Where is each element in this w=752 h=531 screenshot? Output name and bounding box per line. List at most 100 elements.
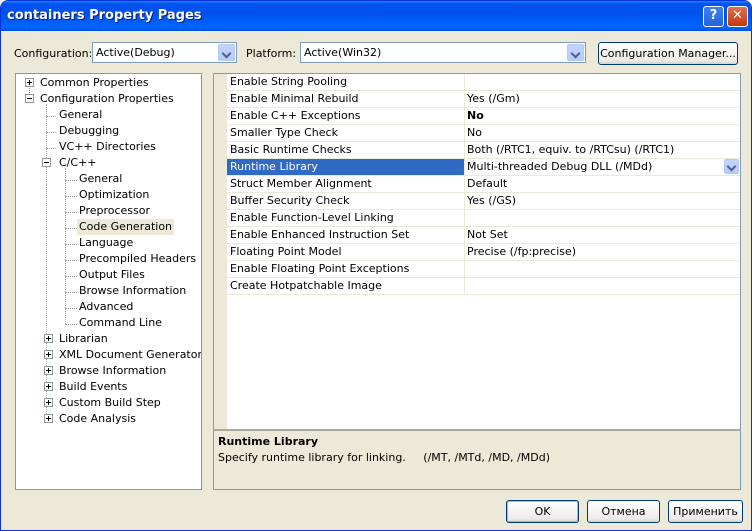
expand-plus-icon[interactable]	[44, 382, 53, 391]
property-row-selected[interactable]: Runtime Library Multi-threaded Debug DLL…	[227, 159, 740, 176]
property-name: Enable Minimal Rebuild	[227, 91, 465, 107]
property-value: Yes (/Gm)	[467, 92, 520, 105]
property-name: Struct Member Alignment	[227, 176, 465, 192]
ok-button[interactable]: OK	[506, 500, 579, 523]
category-tree: Common Properties Configuration Properti…	[15, 73, 202, 490]
property-name: Enable C++ Exceptions	[227, 108, 465, 124]
property-value: Default	[467, 177, 508, 190]
property-value: Yes (/GS)	[467, 194, 517, 207]
expand-plus-icon[interactable]	[44, 334, 53, 343]
tree-item-general[interactable]: General	[59, 107, 102, 123]
property-name: Floating Point Model	[227, 244, 465, 260]
property-row[interactable]: Enable Minimal Rebuild Yes (/Gm)	[227, 91, 740, 108]
description-title: Runtime Library	[218, 435, 319, 448]
tree-item-debugging[interactable]: Debugging	[59, 123, 119, 139]
title-bar[interactable]: containers Property Pages ? ✕	[1, 1, 751, 31]
tree-item-browse-information[interactable]: Browse Information	[79, 283, 186, 299]
tree-connector	[65, 168, 66, 324]
property-value: No	[467, 109, 484, 122]
property-value: No	[467, 126, 482, 139]
tree-item-language[interactable]: Language	[79, 235, 133, 251]
tree-item-optimization[interactable]: Optimization	[79, 187, 149, 203]
tree-item-librarian[interactable]: Librarian	[59, 331, 108, 347]
tree-connector	[65, 292, 77, 293]
property-value: Precise (/fp:precise)	[467, 245, 577, 258]
tree-item-precompiled-headers[interactable]: Precompiled Headers	[79, 251, 196, 267]
property-name: Enable String Pooling	[227, 74, 465, 90]
description-text: Specify runtime library for linking. (/M…	[218, 451, 550, 464]
tree-item-vc-directories[interactable]: VC++ Directories	[59, 139, 156, 155]
tree-item-browse-information-tool[interactable]: Browse Information	[59, 363, 166, 379]
property-row[interactable]: Create Hotpatchable Image	[227, 278, 740, 295]
platform-value: Active(Win32)	[304, 46, 382, 59]
cancel-button[interactable]: Отмена	[587, 500, 660, 523]
tree-connector	[65, 324, 77, 325]
property-name: Basic Runtime Checks	[227, 142, 465, 158]
property-row[interactable]: Enable Enhanced Instruction Set Not Set	[227, 227, 740, 244]
tree-connector	[46, 148, 56, 149]
chevron-down-icon[interactable]	[567, 44, 584, 61]
tree-item-xml-document-generator[interactable]: XML Document Generator	[59, 347, 201, 363]
tree-item-common-properties[interactable]: Common Properties	[40, 75, 149, 91]
platform-label: Platform:	[246, 47, 297, 60]
property-value: Not Set	[467, 228, 508, 241]
close-button[interactable]: ✕	[727, 6, 748, 27]
expand-plus-icon[interactable]	[44, 366, 53, 375]
tree-item-configuration-properties[interactable]: Configuration Properties	[40, 91, 174, 107]
tree-connector	[46, 132, 56, 133]
collapse-minus-icon[interactable]	[42, 158, 51, 167]
expand-plus-icon[interactable]	[44, 350, 53, 359]
apply-button[interactable]: Применить	[668, 500, 743, 523]
property-row[interactable]: Basic Runtime Checks Both (/RTC1, equiv.…	[227, 142, 740, 159]
tree-item-advanced[interactable]: Advanced	[79, 299, 133, 315]
property-row[interactable]: Enable String Pooling	[227, 74, 740, 91]
platform-combo[interactable]: Active(Win32)	[300, 42, 586, 63]
property-value[interactable]: Multi-threaded Debug DLL (/MDd)	[467, 159, 652, 175]
chevron-down-icon[interactable]	[218, 44, 235, 61]
property-name: Enable Floating Point Exceptions	[227, 261, 465, 277]
property-row[interactable]: Smaller Type Check No	[227, 125, 740, 142]
expand-plus-icon[interactable]	[44, 414, 53, 423]
tree-connector	[65, 276, 77, 277]
property-name: Enable Function-Level Linking	[227, 210, 465, 226]
configuration-combo[interactable]: Active(Debug)	[92, 42, 237, 63]
property-name: Runtime Library	[227, 159, 465, 175]
property-row[interactable]: Enable C++ Exceptions No	[227, 108, 740, 125]
tree-connector	[65, 228, 77, 229]
tree-connector	[65, 212, 77, 213]
expand-plus-icon[interactable]	[44, 398, 53, 407]
tree-connector	[65, 180, 77, 181]
property-row[interactable]: Enable Function-Level Linking	[227, 210, 740, 227]
tree-item-code-analysis[interactable]: Code Analysis	[59, 411, 136, 427]
tree-item-cpp-general[interactable]: General	[79, 171, 122, 187]
tree-connector	[65, 308, 77, 309]
property-row[interactable]: Struct Member Alignment Default	[227, 176, 740, 193]
window-title: containers Property Pages	[7, 8, 202, 23]
grid-gutter	[214, 74, 227, 429]
tree-item-preprocessor[interactable]: Preprocessor	[79, 203, 150, 219]
property-grid: Enable String Pooling Enable Minimal Reb…	[213, 73, 741, 429]
property-value: Both (/RTC1, equiv. to /RTCsu) (/RTC1)	[467, 143, 675, 156]
tree-item-code-generation[interactable]: Code Generation	[77, 219, 175, 235]
property-row[interactable]: Enable Floating Point Exceptions	[227, 261, 740, 278]
configuration-manager-button[interactable]: Configuration Manager...	[598, 42, 738, 65]
property-name: Enable Enhanced Instruction Set	[227, 227, 465, 243]
description-panel: Runtime Library Specify runtime library …	[213, 429, 741, 490]
tree-item-custom-build-step[interactable]: Custom Build Step	[59, 395, 161, 411]
property-row[interactable]: Floating Point Model Precise (/fp:precis…	[227, 244, 740, 261]
help-button[interactable]: ?	[703, 6, 724, 27]
property-name: Create Hotpatchable Image	[227, 278, 465, 294]
property-pages-window: containers Property Pages ? ✕ Configurat…	[0, 0, 752, 531]
configuration-label: Configuration:	[14, 47, 93, 60]
collapse-minus-icon[interactable]	[25, 94, 34, 103]
property-row[interactable]: Buffer Security Check Yes (/GS)	[227, 193, 740, 210]
tree-connector	[46, 116, 56, 117]
chevron-down-icon[interactable]	[724, 159, 739, 174]
tree-item-build-events[interactable]: Build Events	[59, 379, 127, 395]
configuration-value: Active(Debug)	[96, 46, 175, 59]
property-name: Smaller Type Check	[227, 125, 465, 141]
tree-item-output-files[interactable]: Output Files	[79, 267, 145, 283]
tree-item-command-line[interactable]: Command Line	[79, 315, 162, 331]
expand-plus-icon[interactable]	[25, 78, 34, 87]
tree-item-cpp[interactable]: C/C++	[59, 155, 97, 171]
